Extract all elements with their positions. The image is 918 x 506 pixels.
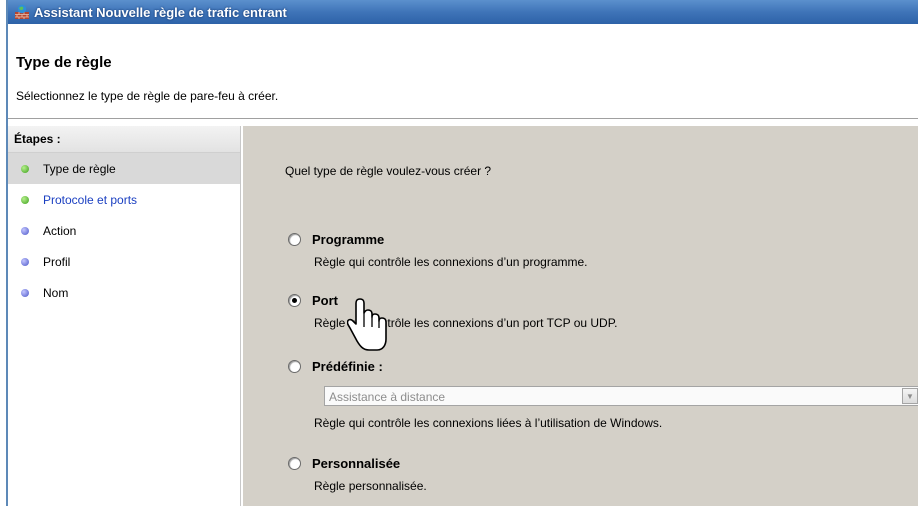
title-bar[interactable]: Assistant Nouvelle règle de trafic entra… bbox=[8, 0, 918, 24]
step-status-dot bbox=[21, 288, 29, 297]
option-predefinie-desc-wrap: Règle qui contrôle les connexions liées … bbox=[288, 416, 662, 430]
option-port[interactable]: Port Règle qui contrôle les connexions d… bbox=[288, 293, 618, 330]
step-status-dot bbox=[21, 257, 29, 266]
wizard-window: Assistant Nouvelle règle de trafic entra… bbox=[6, 0, 918, 506]
firewall-icon bbox=[15, 4, 29, 19]
option-label[interactable]: Programme bbox=[312, 232, 384, 247]
step-label: Action bbox=[43, 223, 77, 238]
step-action[interactable]: Action bbox=[8, 215, 240, 246]
hand-pointer-icon bbox=[347, 298, 387, 351]
window-title: Assistant Nouvelle règle de trafic entra… bbox=[34, 4, 287, 20]
page-subtitle: Sélectionnez le type de règle de pare-fe… bbox=[16, 89, 279, 103]
rule-type-question: Quel type de règle voulez-vous créer ? bbox=[285, 164, 492, 178]
radio-predefinie[interactable] bbox=[288, 360, 301, 373]
radio-port[interactable] bbox=[288, 294, 301, 307]
option-description: Règle personnalisée. bbox=[314, 479, 427, 493]
radio-personnalisee[interactable] bbox=[288, 457, 301, 470]
option-label[interactable]: Prédéfinie : bbox=[312, 359, 383, 374]
page-title: Type de règle bbox=[16, 54, 112, 71]
option-description: Règle qui contrôle les connexions d’un p… bbox=[314, 255, 588, 269]
steps-title: Étapes : bbox=[8, 126, 240, 153]
steps-sidebar: Étapes : Type de règle Protocole et port… bbox=[8, 126, 241, 506]
step-label: Profil bbox=[43, 254, 71, 269]
step-nom[interactable]: Nom bbox=[8, 277, 240, 308]
wizard-header: Type de règle Sélectionnez le type de rè… bbox=[8, 24, 918, 119]
rule-type-panel: Quel type de règle voulez-vous créer ? P… bbox=[243, 126, 918, 506]
option-description: Règle qui contrôle les connexions liées … bbox=[314, 416, 663, 430]
step-type-de-regle[interactable]: Type de règle bbox=[8, 153, 240, 184]
step-status-dot bbox=[21, 164, 29, 173]
option-label[interactable]: Personnalisée bbox=[312, 456, 400, 471]
option-personnalisee[interactable]: Personnalisée Règle personnalisée. bbox=[288, 456, 427, 493]
select-value: Assistance à distance bbox=[329, 390, 446, 404]
option-programme[interactable]: Programme Règle qui contrôle les connexi… bbox=[288, 232, 588, 269]
step-status-dot bbox=[21, 195, 29, 204]
step-label: Type de règle bbox=[43, 161, 116, 176]
option-predefinie[interactable]: Prédéfinie : bbox=[288, 359, 383, 374]
step-label: Nom bbox=[43, 285, 69, 300]
radio-programme[interactable] bbox=[288, 233, 301, 246]
predefined-rule-select[interactable]: Assistance à distance ▼ bbox=[324, 386, 918, 406]
step-label: Protocole et ports bbox=[43, 192, 138, 207]
option-label[interactable]: Port bbox=[312, 293, 338, 308]
chevron-down-icon[interactable]: ▼ bbox=[902, 388, 918, 404]
step-protocole-et-ports[interactable]: Protocole et ports bbox=[8, 184, 240, 215]
step-status-dot bbox=[21, 226, 29, 235]
step-profil[interactable]: Profil bbox=[8, 246, 240, 277]
